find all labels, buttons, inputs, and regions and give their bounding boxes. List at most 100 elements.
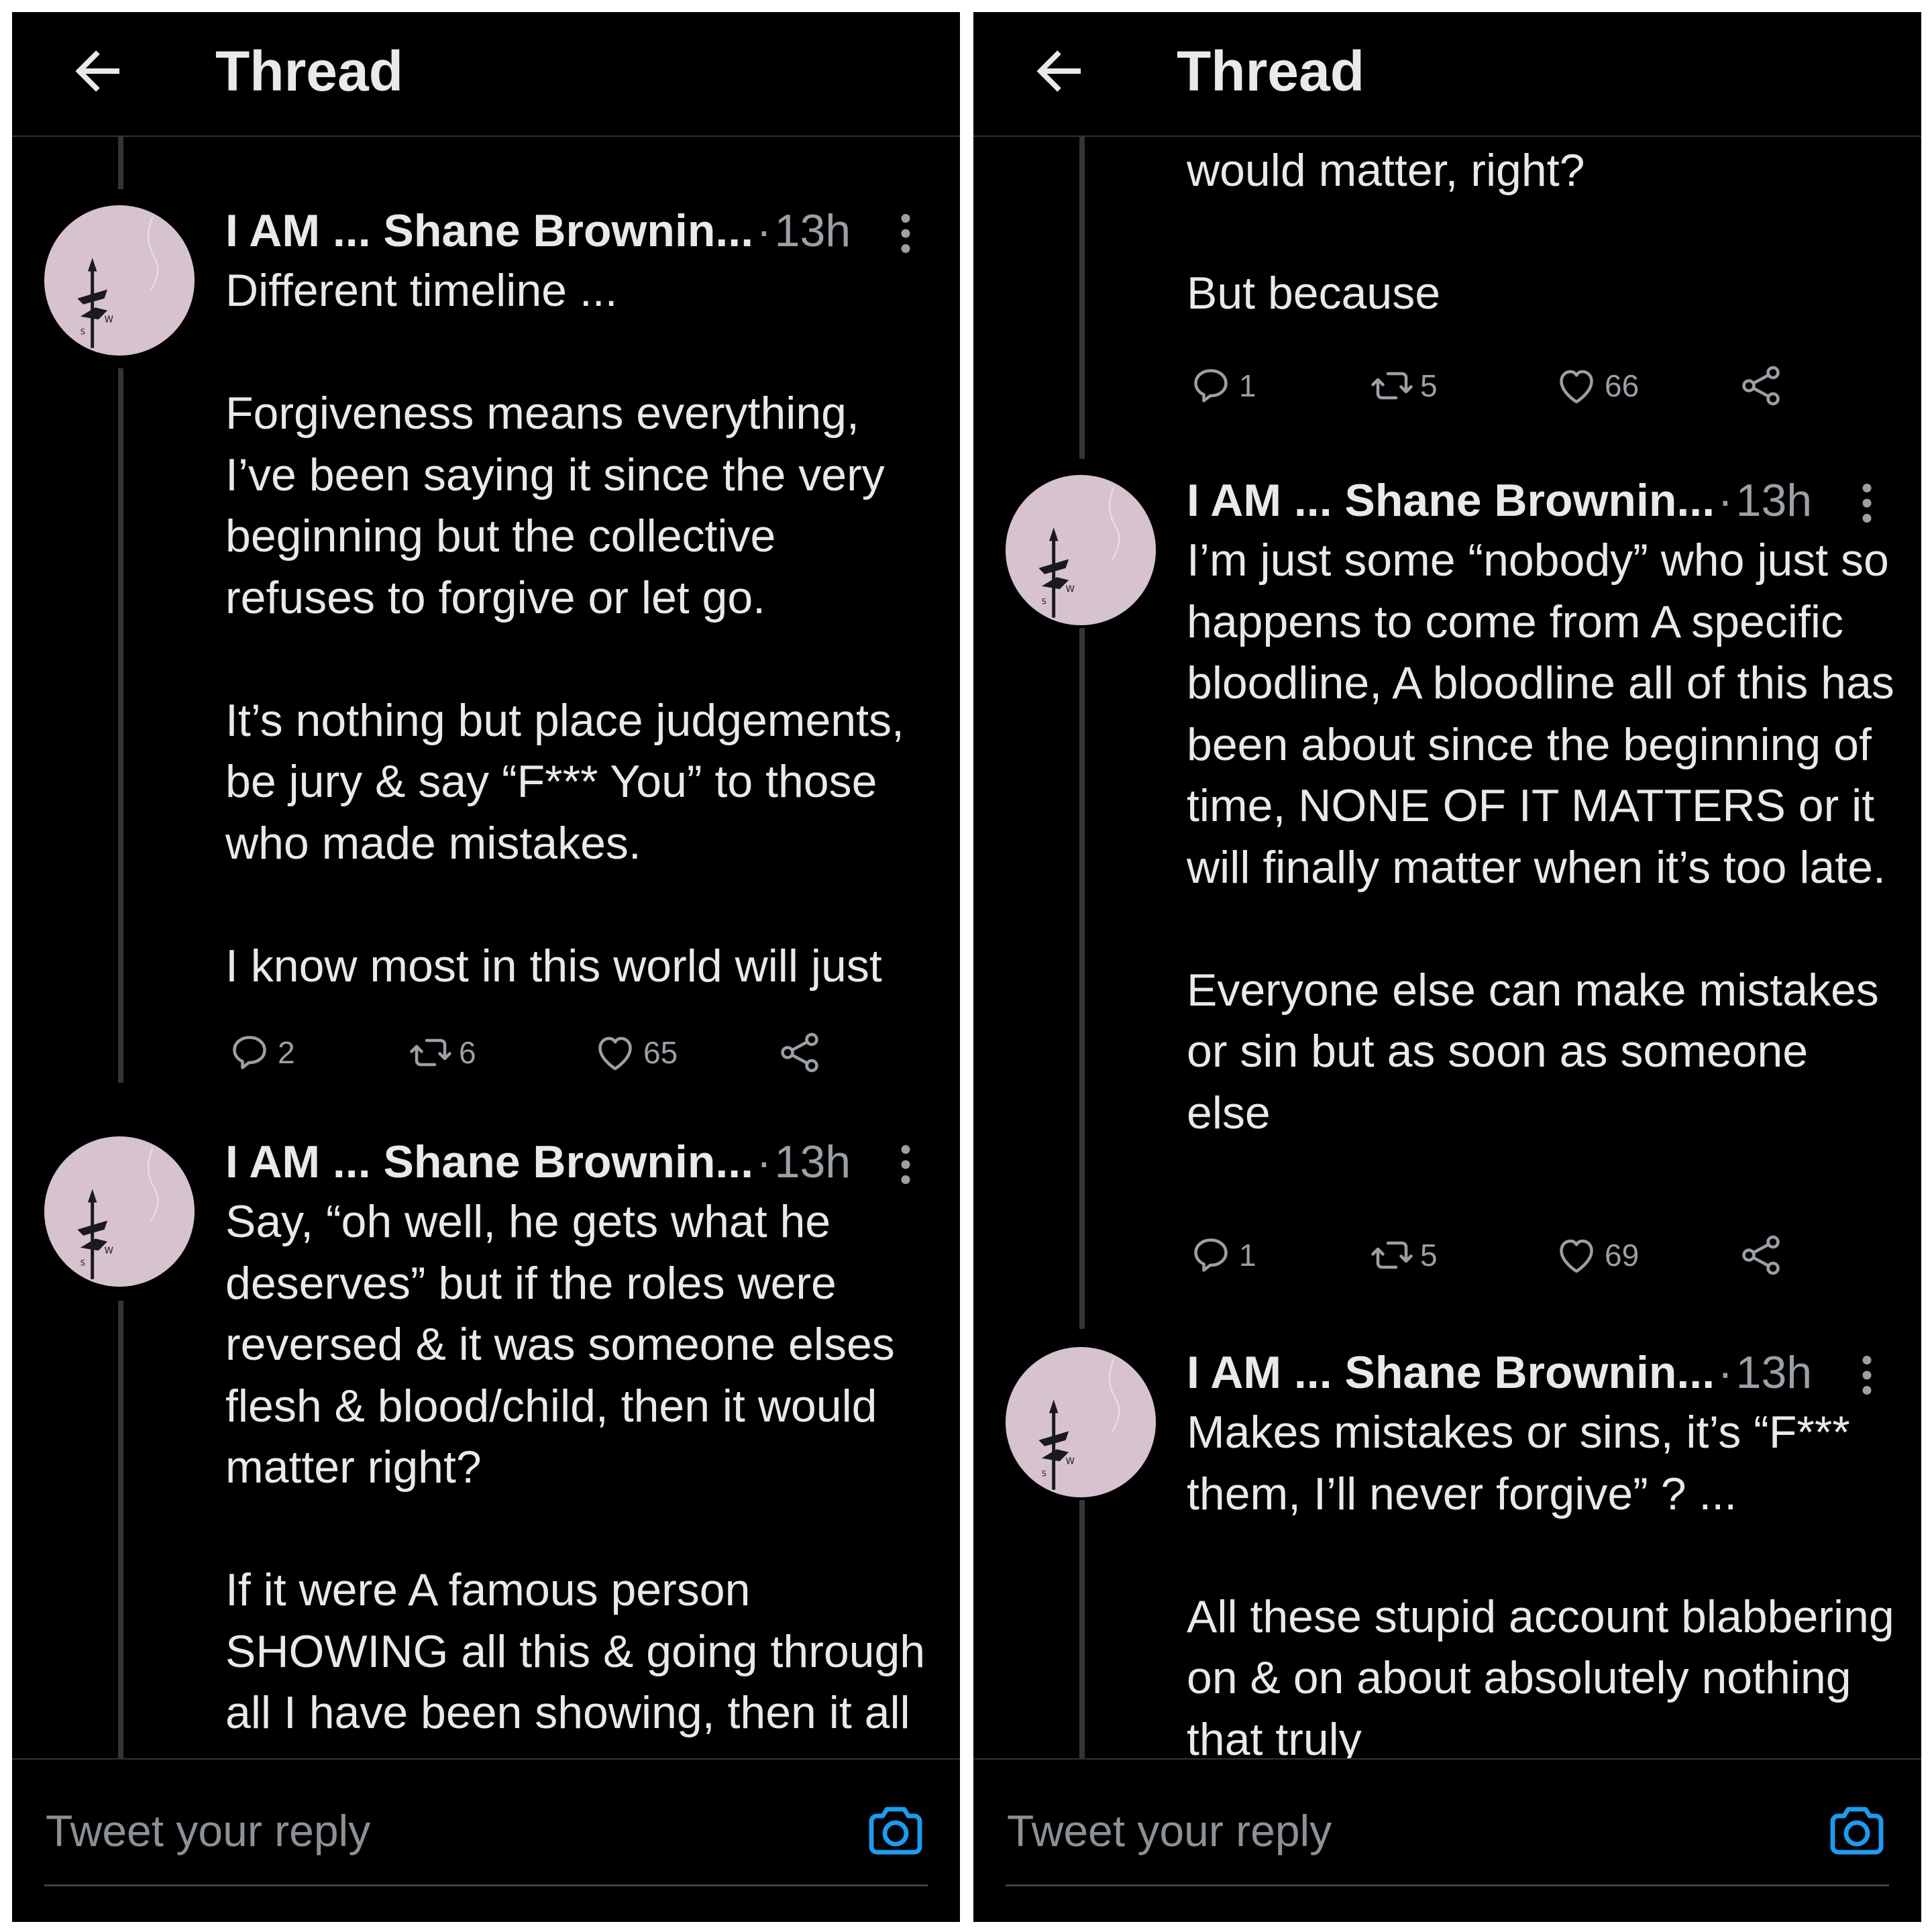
tweet-header: I AM ... Shane Brownin... · 13h bbox=[1187, 1340, 1901, 1405]
share-button[interactable] bbox=[1737, 1225, 1785, 1285]
svg-text:S: S bbox=[1042, 1470, 1046, 1479]
camera-icon[interactable] bbox=[863, 1799, 928, 1863]
arrow-left-icon[interactable] bbox=[66, 39, 130, 103]
reply-count: 2 bbox=[278, 1035, 295, 1070]
separator-dot: · bbox=[1717, 475, 1733, 526]
avatar[interactable]: W S bbox=[1006, 475, 1156, 625]
thread-connector bbox=[118, 1301, 123, 1758]
more-vertical-icon[interactable] bbox=[896, 213, 916, 254]
tweet-text: Say, “oh well, he gets what he deserves”… bbox=[225, 1191, 933, 1744]
share-icon bbox=[781, 1032, 818, 1073]
svg-text:S: S bbox=[80, 328, 85, 337]
tweet-actions: 2 6 65 bbox=[225, 1022, 829, 1083]
share-icon bbox=[1742, 366, 1780, 406]
thread-connector bbox=[118, 368, 123, 1083]
tweet-text: would matter, right? But because bbox=[1187, 140, 1894, 325]
retweet-icon bbox=[1371, 372, 1413, 400]
heart-icon bbox=[1560, 1239, 1593, 1273]
timestamp[interactable]: 13h bbox=[1736, 1347, 1812, 1398]
tweet-paragraph: I know most in this world will just bbox=[225, 940, 882, 991]
separator-dot: · bbox=[756, 1136, 772, 1187]
author-name[interactable]: I AM ... Shane Brownin... bbox=[1187, 475, 1715, 526]
like-count: 66 bbox=[1605, 368, 1640, 403]
author-name[interactable]: I AM ... Shane Brownin... bbox=[225, 1136, 753, 1187]
retweet-count: 5 bbox=[1420, 1238, 1438, 1273]
heart-icon bbox=[598, 1036, 632, 1071]
avatar[interactable]: W S bbox=[44, 205, 195, 356]
more-vertical-icon[interactable] bbox=[1857, 1355, 1877, 1395]
svg-text:S: S bbox=[1042, 598, 1046, 606]
comment-bubble-icon bbox=[1194, 369, 1228, 402]
tweet-paragraph: Makes mistakes or sins, it’s “F*** them,… bbox=[1187, 1407, 1850, 1519]
reply-bar bbox=[12, 1758, 960, 1922]
tweet-paragraph: All these stupid account blabbering on &… bbox=[1187, 1591, 1894, 1759]
share-button[interactable] bbox=[775, 1022, 824, 1083]
reply-button[interactable]: 1 bbox=[1187, 1225, 1256, 1285]
tweet-header: I AM ... Shane Brownin... · 13h bbox=[225, 1130, 940, 1194]
author-name[interactable]: I AM ... Shane Brownin... bbox=[225, 205, 753, 256]
like-button[interactable]: 66 bbox=[1552, 356, 1639, 416]
reply-input[interactable] bbox=[1006, 1793, 1780, 1868]
retweet-count: 6 bbox=[459, 1035, 476, 1070]
reply-bar bbox=[973, 1758, 1921, 1922]
tweet-paragraph: Forgiveness means everything, I’ve been … bbox=[225, 388, 885, 623]
thread-content[interactable]: would matter, right? But because 1 5 66 bbox=[973, 137, 1921, 1758]
tweet-paragraph: But because bbox=[1187, 268, 1441, 319]
svg-text:S: S bbox=[80, 1259, 85, 1268]
more-vertical-icon[interactable] bbox=[1857, 483, 1877, 523]
more-vertical-icon[interactable] bbox=[896, 1144, 916, 1185]
retweet-count: 5 bbox=[1420, 368, 1438, 403]
arrow-left-icon[interactable] bbox=[1027, 39, 1091, 103]
like-button[interactable]: 69 bbox=[1552, 1225, 1639, 1285]
tweet-paragraph: Different timeline ... bbox=[225, 265, 618, 316]
svg-text:W: W bbox=[1066, 585, 1075, 595]
tweet-text: Makes mistakes or sins, it’s “F*** them,… bbox=[1187, 1402, 1901, 1758]
tweet-actions: 1 5 66 bbox=[1187, 356, 1790, 416]
reply-underline bbox=[1006, 1884, 1889, 1886]
like-button[interactable]: 65 bbox=[591, 1022, 678, 1083]
retweet-button[interactable]: 6 bbox=[407, 1022, 476, 1083]
like-count: 65 bbox=[643, 1035, 678, 1070]
tweet-paragraph: It’s nothing but place judgements, be ju… bbox=[225, 694, 904, 869]
reply-underline bbox=[44, 1884, 928, 1886]
avatar[interactable]: W S bbox=[44, 1136, 195, 1287]
tweet-text: Different timeline ... Forgiveness means… bbox=[225, 260, 933, 997]
top-bar: Thread bbox=[12, 12, 960, 137]
reply-count: 1 bbox=[1239, 368, 1256, 403]
thread-connector bbox=[1079, 628, 1085, 1329]
share-button[interactable] bbox=[1737, 356, 1785, 416]
thread-panel-left: Thread W S I AM ... Shane Brownin... · 1… bbox=[12, 12, 960, 1922]
like-count: 69 bbox=[1605, 1238, 1640, 1273]
retweet-button[interactable]: 5 bbox=[1368, 356, 1438, 416]
thread-content[interactable]: W S I AM ... Shane Brownin... · 13h Diff… bbox=[12, 137, 960, 1758]
reply-button[interactable]: 2 bbox=[225, 1022, 295, 1083]
reply-count: 1 bbox=[1239, 1238, 1256, 1273]
comment-bubble-icon bbox=[233, 1036, 266, 1069]
timestamp[interactable]: 13h bbox=[775, 205, 851, 256]
tweet-text: I’m just some “nobody” who just so happe… bbox=[1187, 530, 1901, 1144]
svg-text:W: W bbox=[1066, 1457, 1075, 1467]
tweet-paragraph: I’m just some “nobody” who just so happe… bbox=[1187, 535, 1894, 893]
heart-icon bbox=[1560, 370, 1593, 404]
timestamp[interactable]: 13h bbox=[1736, 475, 1812, 526]
svg-text:W: W bbox=[105, 315, 113, 325]
retweet-icon bbox=[1371, 1241, 1413, 1269]
tweet-paragraph: Say, “oh well, he gets what he deserves”… bbox=[225, 1196, 895, 1493]
avatar[interactable]: W S bbox=[1006, 1347, 1156, 1497]
thread-connector bbox=[1079, 1500, 1085, 1758]
author-name[interactable]: I AM ... Shane Brownin... bbox=[1187, 1347, 1715, 1398]
retweet-icon bbox=[410, 1038, 451, 1067]
page-title: Thread bbox=[215, 40, 404, 103]
thread-connector bbox=[118, 137, 123, 189]
separator-dot: · bbox=[1717, 1347, 1733, 1398]
top-bar: Thread bbox=[973, 12, 1921, 137]
timestamp[interactable]: 13h bbox=[775, 1136, 851, 1187]
reply-input[interactable] bbox=[44, 1793, 818, 1868]
tweet-paragraph: If it were A famous person SHOWING all t… bbox=[225, 1564, 926, 1738]
retweet-button[interactable]: 5 bbox=[1368, 1225, 1438, 1285]
separator-dot: · bbox=[756, 205, 772, 256]
camera-icon[interactable] bbox=[1825, 1799, 1889, 1863]
svg-text:W: W bbox=[105, 1246, 113, 1256]
reply-button[interactable]: 1 bbox=[1187, 356, 1256, 416]
thread-connector bbox=[1079, 137, 1085, 459]
